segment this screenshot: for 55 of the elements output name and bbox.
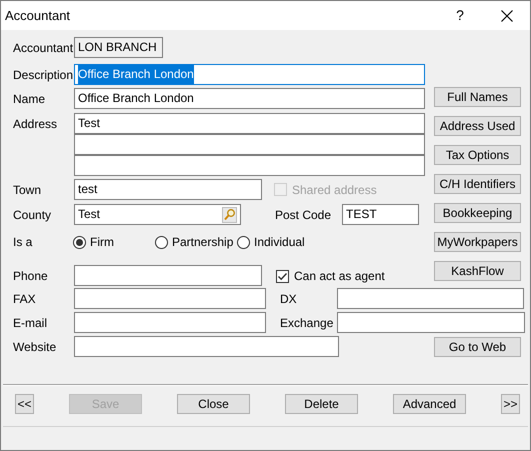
button[interactable]: KashFlow bbox=[434, 261, 521, 281]
radio-label: Firm bbox=[90, 234, 114, 251]
button[interactable]: >> bbox=[501, 394, 520, 414]
close-icon bbox=[501, 10, 513, 22]
field-label: E-mail bbox=[13, 316, 48, 330]
text-field[interactable] bbox=[74, 155, 425, 176]
button[interactable]: Close bbox=[177, 394, 250, 414]
radio-button[interactable] bbox=[73, 236, 86, 248]
text-field[interactable] bbox=[337, 312, 525, 333]
field-label: Accountant bbox=[13, 40, 74, 54]
checkbox-label: Shared address bbox=[292, 182, 377, 198]
field-label: Post Code bbox=[275, 208, 332, 222]
field-label: FAX bbox=[13, 292, 36, 306]
text-field[interactable]: Office Branch London bbox=[74, 64, 425, 85]
button[interactable]: Go to Web bbox=[434, 336, 521, 356]
button[interactable]: Full Names bbox=[434, 87, 521, 107]
field-label: Address bbox=[13, 117, 58, 131]
text-field[interactable] bbox=[74, 288, 266, 309]
text-field[interactable] bbox=[74, 265, 262, 286]
button[interactable]: Delete bbox=[285, 394, 358, 414]
field-label: County bbox=[13, 208, 52, 222]
text-field[interactable] bbox=[337, 288, 524, 309]
radio-label: Individual bbox=[254, 234, 305, 251]
text-field[interactable]: TEST bbox=[342, 204, 419, 225]
checkbox[interactable] bbox=[276, 270, 289, 282]
button[interactable]: Tax Options bbox=[434, 145, 521, 165]
text-field[interactable]: Test bbox=[74, 113, 425, 134]
button[interactable]: << bbox=[15, 394, 34, 414]
field-label: Town bbox=[13, 182, 42, 196]
field-label: DX bbox=[280, 292, 297, 306]
window-title: Accountant bbox=[5, 6, 70, 25]
button[interactable]: Address Used bbox=[434, 116, 521, 136]
checkbox-label: Can act as agent bbox=[294, 268, 385, 285]
text-field[interactable] bbox=[74, 134, 425, 155]
button[interactable]: C/H Identifiers bbox=[434, 174, 521, 194]
text-field[interactable]: Test bbox=[74, 204, 241, 225]
field-label: Exchange bbox=[280, 316, 334, 330]
search-icon[interactable] bbox=[222, 206, 237, 222]
field-label: Is a bbox=[13, 235, 32, 249]
field-label: Phone bbox=[13, 269, 48, 283]
field-label: Name bbox=[13, 92, 46, 106]
help-button[interactable]: ? bbox=[446, 2, 474, 30]
text-field[interactable]: LON BRANCH bbox=[74, 37, 163, 58]
button[interactable]: Bookkeeping bbox=[434, 203, 521, 223]
text-field[interactable]: test bbox=[74, 179, 262, 200]
text-field[interactable] bbox=[74, 312, 266, 333]
button[interactable]: Advanced bbox=[393, 394, 466, 414]
field-label: Website bbox=[13, 340, 56, 354]
text-field[interactable]: Office Branch London bbox=[74, 88, 425, 109]
button[interactable]: MyWorkpapers bbox=[434, 232, 521, 252]
field-label: Description bbox=[13, 68, 74, 82]
radio-button[interactable] bbox=[237, 236, 250, 248]
radio-button[interactable] bbox=[155, 236, 168, 248]
text-field[interactable] bbox=[74, 336, 339, 357]
radio-label: Partnership bbox=[172, 234, 234, 251]
